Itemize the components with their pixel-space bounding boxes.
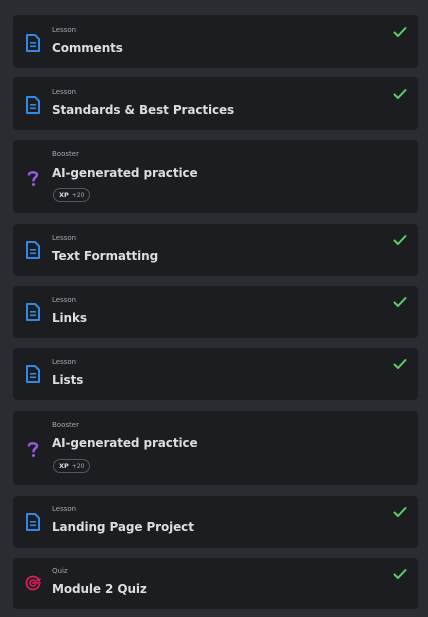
lesson-card-text-formatting[interactable]: Lesson Text Formatting (13, 224, 418, 276)
lesson-document-icon (26, 303, 40, 321)
xp-reward-badge: XP +20 (53, 459, 91, 473)
item-title: Landing Page Project (52, 520, 194, 534)
item-type-label: Lesson (52, 88, 77, 96)
lesson-card-links[interactable]: Lesson Links (13, 286, 418, 338)
quiz-card-module-2-quiz[interactable]: Quiz Module 2 Quiz (13, 558, 418, 609)
xp-value: +20 (71, 462, 85, 470)
item-title: Links (52, 311, 87, 325)
item-type-label: Lesson (52, 234, 77, 242)
item-title: Lists (52, 373, 84, 387)
item-title: AI-generated practice (52, 166, 198, 180)
item-type-label: Lesson (52, 296, 77, 304)
completed-check-icon (393, 507, 407, 517)
item-title: Text Formatting (52, 249, 159, 263)
item-type-label: Quiz (52, 567, 68, 575)
lesson-document-icon (26, 96, 40, 114)
question-mark-icon (27, 171, 39, 186)
booster-card-ai-generated-practice[interactable]: Booster AI-generated practice XP +20 (13, 411, 418, 485)
item-title: Comments (52, 41, 123, 55)
lesson-document-icon (26, 365, 40, 383)
lesson-card-standards-best-practices[interactable]: Lesson Standards & Best Practices (13, 77, 418, 130)
item-type-label: Lesson (52, 505, 77, 513)
course-module-list: Lesson Comments Lesson Standards & Best … (0, 0, 428, 617)
xp-label: XP (59, 462, 69, 470)
quiz-target-icon (25, 575, 41, 591)
completed-check-icon (393, 359, 407, 369)
lesson-document-icon (26, 241, 40, 259)
booster-card-ai-generated-practice[interactable]: Booster AI-generated practice XP +20 (13, 140, 418, 213)
lesson-card-landing-page-project[interactable]: Lesson Landing Page Project (13, 496, 418, 548)
completed-check-icon (393, 89, 407, 99)
item-title: AI-generated practice (52, 436, 198, 450)
item-type-label: Lesson (52, 358, 77, 366)
completed-check-icon (393, 569, 407, 579)
xp-reward-badge: XP +20 (53, 188, 91, 202)
xp-label: XP (59, 191, 69, 199)
item-title: Standards & Best Practices (52, 103, 235, 117)
completed-check-icon (393, 297, 407, 307)
lesson-card-lists[interactable]: Lesson Lists (13, 348, 418, 400)
completed-check-icon (393, 235, 407, 245)
item-type-label: Lesson (52, 26, 77, 34)
xp-value: +20 (71, 191, 85, 199)
item-title: Module 2 Quiz (52, 582, 147, 596)
lesson-document-icon (26, 513, 40, 531)
question-mark-icon (27, 442, 39, 457)
completed-check-icon (393, 27, 407, 37)
item-type-label: Booster (52, 421, 79, 429)
item-type-label: Booster (52, 150, 79, 158)
lesson-document-icon (26, 34, 40, 52)
lesson-card-comments[interactable]: Lesson Comments (13, 15, 418, 68)
